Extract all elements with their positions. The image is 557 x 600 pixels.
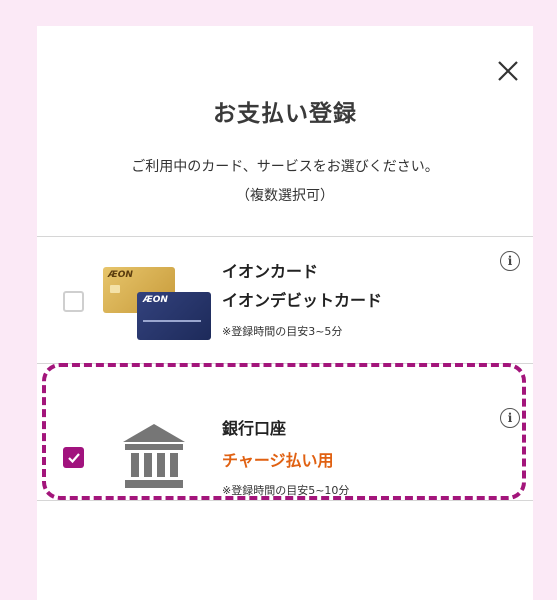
payment-registration-dialog: お支払い登録 ご利用中のカード、サービスをお選びください。 （複数選択可） ÆO… <box>37 26 533 600</box>
navy-card: ÆON <box>137 292 211 340</box>
option-name-line-1: イオンカード <box>222 262 319 281</box>
selection-highlight-border <box>42 363 526 500</box>
description-line-1: ご利用中のカード、サービスをお選びください。 <box>131 159 439 175</box>
card-number-stripe <box>143 320 201 322</box>
aeon-card-image: ÆON ÆON <box>103 267 211 341</box>
card-brand-logo-2: ÆON <box>143 295 168 305</box>
description-line-2: （複数選択可） <box>236 188 334 204</box>
info-icon[interactable]: i <box>500 251 520 271</box>
card-chip <box>110 285 120 293</box>
dialog-description: ご利用中のカード、サービスをお選びください。 （複数選択可） <box>37 153 533 211</box>
option-aeon-card[interactable]: ÆON ÆON i イオンカード イオンデビットカード ※登録時間の目安3~5分 <box>37 237 533 363</box>
close-icon[interactable] <box>493 56 523 86</box>
card-brand-logo: ÆON <box>108 270 133 280</box>
registration-time-note: ※登録時間の目安3~5分 <box>222 325 343 338</box>
aeon-card-checkbox[interactable] <box>63 291 84 312</box>
dialog-title: お支払い登録 <box>213 101 357 127</box>
divider <box>37 500 533 501</box>
option-name-line-2: イオンデビットカード <box>222 291 383 310</box>
